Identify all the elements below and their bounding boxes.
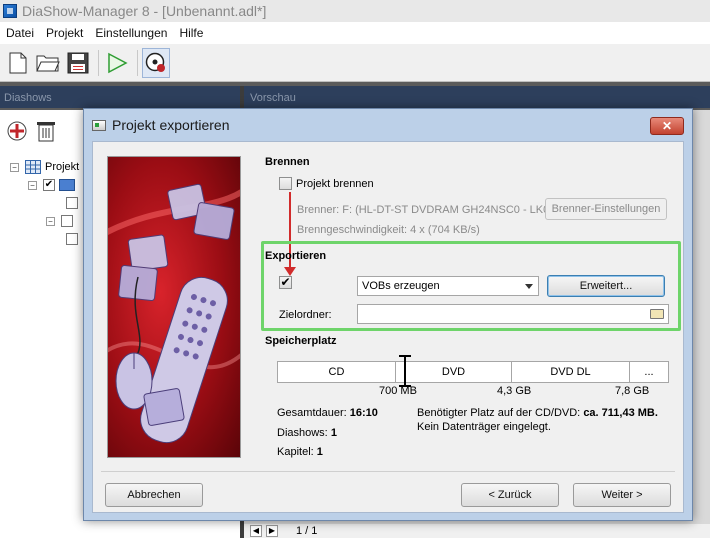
- project-grid-icon: [25, 160, 41, 174]
- save-disk-icon: [67, 52, 89, 73]
- tree-checkbox[interactable]: ✔: [43, 179, 55, 191]
- storage-used-marker: [399, 355, 411, 387]
- new-document-icon: [9, 52, 27, 73]
- collapse-icon[interactable]: −: [10, 162, 19, 172]
- storage-segment-dvd: DVD: [396, 362, 512, 382]
- open-project-button[interactable]: [34, 48, 62, 78]
- tick-7-8gb: 7,8 GB: [615, 385, 650, 397]
- chapter-count-value: 1: [316, 446, 323, 458]
- required-space-value: ca. 711,43 MB.: [583, 407, 658, 419]
- add-slideshow-button[interactable]: [6, 120, 28, 145]
- preview-panel-header: Vorschau: [250, 92, 296, 104]
- preview-navigation: ◀ ▶ 1 / 1: [244, 524, 710, 538]
- tree-slideshow[interactable]: − ✔: [10, 176, 82, 194]
- slideshow-count: Diashows: 1: [277, 427, 337, 439]
- project-tree: − Projekt − ✔ −: [10, 158, 82, 248]
- burner-settings-button[interactable]: Brenner-Einstellungen: [545, 198, 667, 220]
- diashows-panel-header: Diashows: [4, 92, 52, 104]
- dialog-close-button[interactable]: ✕: [650, 117, 684, 135]
- slideshow-count-label: Diashows:: [277, 427, 328, 439]
- required-space-label: Benötigter Platz auf der CD/DVD:: [417, 407, 581, 419]
- menu-datei[interactable]: Datei: [0, 26, 40, 40]
- chapter-count-label: Kapitel:: [277, 446, 314, 458]
- dropdown-arrow-icon: [525, 284, 533, 289]
- page-indicator: 1 / 1: [296, 525, 318, 537]
- dialog-body: Brennen Projekt brennen Brenner: F: (HL-…: [92, 141, 684, 513]
- delete-slideshow-button[interactable]: [36, 120, 56, 145]
- storage-segment-dvd-dl: DVD DL: [512, 362, 630, 382]
- disc-status: Kein Datenträger eingelegt.: [417, 421, 551, 433]
- export-format-select[interactable]: VOBs erzeugen: [357, 276, 539, 296]
- app-titlebar: DiaShow-Manager 8 - [Unbenannt.adl*]: [0, 0, 710, 22]
- next-page-button[interactable]: ▶: [266, 525, 278, 537]
- collapse-icon[interactable]: −: [46, 216, 55, 226]
- total-duration-value: 16:10: [349, 407, 378, 419]
- browse-folder-icon[interactable]: [650, 309, 664, 319]
- trash-icon: [37, 122, 55, 142]
- app-title: DiaShow-Manager 8 - [Unbenannt.adl*]: [22, 3, 267, 19]
- chapter-count: Kapitel: 1: [277, 446, 323, 458]
- menu-projekt[interactable]: Projekt: [40, 26, 89, 40]
- toolbar-separator: [137, 49, 138, 76]
- total-duration-label: Gesamtdauer:: [277, 407, 347, 419]
- export-section-title: Exportieren: [265, 250, 327, 262]
- tree-root[interactable]: − Projekt: [10, 158, 82, 176]
- tree-checkbox[interactable]: [61, 215, 73, 227]
- burn-project-checkbox[interactable]: [279, 177, 292, 190]
- toolbar-separator: [98, 49, 99, 76]
- collapse-icon[interactable]: −: [28, 180, 37, 190]
- storage-section-title: Speicherplatz: [265, 335, 337, 347]
- dialog-title: Projekt exportieren: [112, 117, 230, 133]
- export-format-value: VOBs erzeugen: [362, 280, 440, 292]
- tree-item[interactable]: [10, 194, 82, 212]
- footer-divider: [101, 471, 675, 472]
- burn-project-label: Projekt brennen: [296, 178, 374, 190]
- export-dialog: Projekt exportieren ✕ Brennen Projekt br…: [83, 108, 693, 521]
- back-button[interactable]: < Zurück: [461, 483, 559, 507]
- diashows-tools: [6, 120, 56, 145]
- panels-header: Diashows Vorschau: [0, 86, 710, 108]
- folder-open-icon: [36, 55, 60, 71]
- save-project-button[interactable]: [64, 48, 92, 78]
- menu-einstellungen[interactable]: Einstellungen: [89, 26, 173, 40]
- main-toolbar: [0, 44, 710, 82]
- add-icon: [7, 121, 27, 141]
- burn-export-button[interactable]: [142, 47, 170, 78]
- tree-item[interactable]: −: [10, 212, 82, 230]
- promo-illustration: [107, 156, 241, 458]
- target-folder-label: Zielordner:: [279, 309, 332, 321]
- tick-4-3gb: 4,3 GB: [497, 385, 532, 397]
- storage-segment-cd: CD: [278, 362, 396, 382]
- next-button[interactable]: Weiter >: [573, 483, 671, 507]
- advanced-button[interactable]: Erweitert...: [547, 275, 665, 297]
- previous-page-button[interactable]: ◀: [250, 525, 262, 537]
- menu-hilfe[interactable]: Hilfe: [173, 26, 209, 40]
- burn-speed-info: Brenngeschwindigkeit: 4 x (704 KB/s): [297, 224, 480, 236]
- menu-bar: Datei Projekt Einstellungen Hilfe: [0, 22, 710, 44]
- storage-segment-more[interactable]: ...: [630, 362, 668, 382]
- play-button[interactable]: [103, 48, 131, 78]
- remote-and-photos-illustration: [108, 183, 240, 444]
- cancel-button[interactable]: Abbrechen: [105, 483, 203, 507]
- burner-info: Brenner: F: (HL-DT-ST DVDRAM GH24NSC0 - …: [297, 204, 560, 216]
- dialog-titlebar[interactable]: Projekt exportieren ✕: [84, 109, 692, 141]
- burn-disc-icon: [145, 52, 165, 72]
- tree-checkbox[interactable]: [66, 233, 78, 245]
- required-space: Benötigter Platz auf der CD/DVD: ca. 711…: [417, 407, 658, 419]
- burn-section-title: Brennen: [265, 156, 310, 168]
- play-icon: [108, 52, 128, 73]
- target-folder-input[interactable]: [357, 304, 669, 324]
- dialog-window-icon: [92, 119, 106, 131]
- storage-bar: CD DVD DVD DL ...: [277, 361, 669, 383]
- slideshow-count-value: 1: [330, 427, 337, 439]
- export-checkbox[interactable]: ✔: [279, 276, 292, 289]
- tick-700mb: 700 MB: [379, 385, 417, 397]
- total-duration: Gesamtdauer: 16:10: [277, 407, 378, 419]
- slideshow-icon: [59, 179, 75, 191]
- app-logo-icon: [3, 4, 17, 18]
- tree-item[interactable]: [10, 230, 82, 248]
- tree-checkbox[interactable]: [66, 197, 78, 209]
- new-project-button[interactable]: [4, 48, 32, 78]
- tree-root-label: Projekt: [45, 161, 80, 173]
